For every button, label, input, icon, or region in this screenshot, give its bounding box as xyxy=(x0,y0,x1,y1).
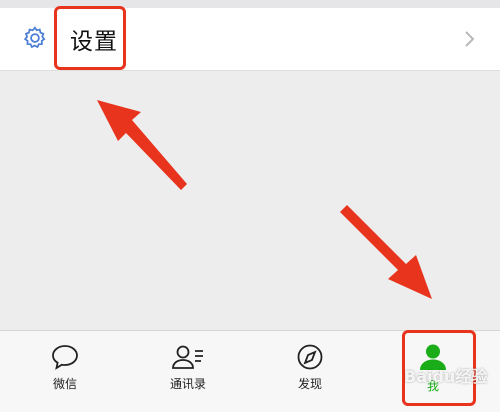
compass-icon xyxy=(297,344,323,370)
tab-chats[interactable]: 微信 xyxy=(20,343,110,392)
tab-discover-label: 发现 xyxy=(297,377,322,391)
tab-contacts-label: 通讯录 xyxy=(169,377,206,391)
arrow-to-me xyxy=(340,205,432,299)
watermark: Baidu经验 xyxy=(404,367,488,386)
arrow-to-settings xyxy=(97,100,187,190)
tab-discover[interactable]: 发现 xyxy=(265,343,355,392)
contacts-icon xyxy=(172,345,203,369)
chat-bubble-icon xyxy=(52,345,78,370)
tab-chats-label: 微信 xyxy=(52,377,77,391)
tab-contacts[interactable]: 通讯录 xyxy=(143,343,233,392)
